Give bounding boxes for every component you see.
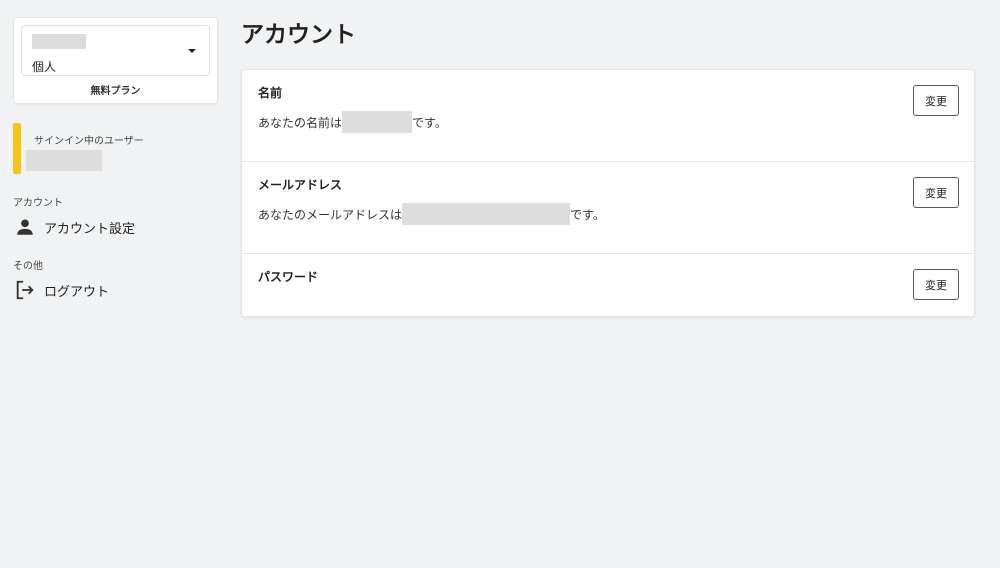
- workspace-card: 個人 無料プラン: [13, 17, 218, 104]
- nav-item-label: ログアウト: [44, 284, 110, 300]
- workspace-selector[interactable]: 個人: [21, 25, 210, 76]
- nav-item-label: アカウント設定: [44, 221, 136, 237]
- page-title: アカウント: [241, 22, 356, 48]
- account-panel: 名前 あなたの名前は です。 変更 メールアドレス あなたのメールアドレスは で…: [241, 69, 975, 317]
- accent-bar: [13, 123, 21, 174]
- change-email-button[interactable]: 変更: [913, 177, 959, 208]
- row-title: メールアドレス: [258, 178, 343, 192]
- email-value-redacted: [402, 203, 571, 225]
- user-name-redacted: [26, 150, 102, 171]
- name-description: あなたの名前は です。: [258, 111, 958, 133]
- logout-icon: [16, 280, 34, 300]
- desc-prefix: あなたの名前は: [258, 115, 343, 130]
- section-label-account: アカウント: [13, 198, 63, 209]
- name-value-redacted: [342, 111, 413, 133]
- change-name-button[interactable]: 変更: [913, 85, 959, 116]
- person-icon: [17, 219, 33, 235]
- plan-label: 無料プラン: [90, 86, 141, 97]
- section-label-other: その他: [13, 261, 43, 272]
- signed-in-label: サインイン中のユーザー: [34, 136, 144, 147]
- signed-in-user: サインイン中のユーザー: [13, 123, 218, 174]
- caret-down-icon: [188, 49, 196, 53]
- nav-item-account-settings[interactable]: アカウント設定: [13, 214, 218, 240]
- change-password-button[interactable]: 変更: [913, 269, 959, 300]
- nav-item-logout[interactable]: ログアウト: [13, 277, 218, 303]
- workspace-name-redacted: [32, 34, 86, 49]
- email-row: メールアドレス あなたのメールアドレスは です。 変更: [242, 162, 974, 254]
- main-content: アカウント 名前 あなたの名前は です。 変更 メールアドレス あなたのメールア…: [241, 20, 975, 317]
- sidebar: 個人 無料プラン サインイン中のユーザー アカウント アカウント設定 その他 ロ…: [13, 17, 218, 303]
- row-title: 名前: [258, 86, 283, 100]
- desc-suffix: です。: [412, 115, 447, 130]
- password-row: パスワード 変更: [242, 254, 974, 316]
- name-row: 名前 あなたの名前は です。 変更: [242, 70, 974, 162]
- row-title: パスワード: [258, 270, 319, 284]
- desc-prefix: あなたのメールアドレスは: [258, 207, 403, 222]
- workspace-type: 個人: [32, 60, 57, 74]
- email-description: あなたのメールアドレスは です。: [258, 203, 958, 225]
- desc-suffix: です。: [570, 207, 605, 222]
